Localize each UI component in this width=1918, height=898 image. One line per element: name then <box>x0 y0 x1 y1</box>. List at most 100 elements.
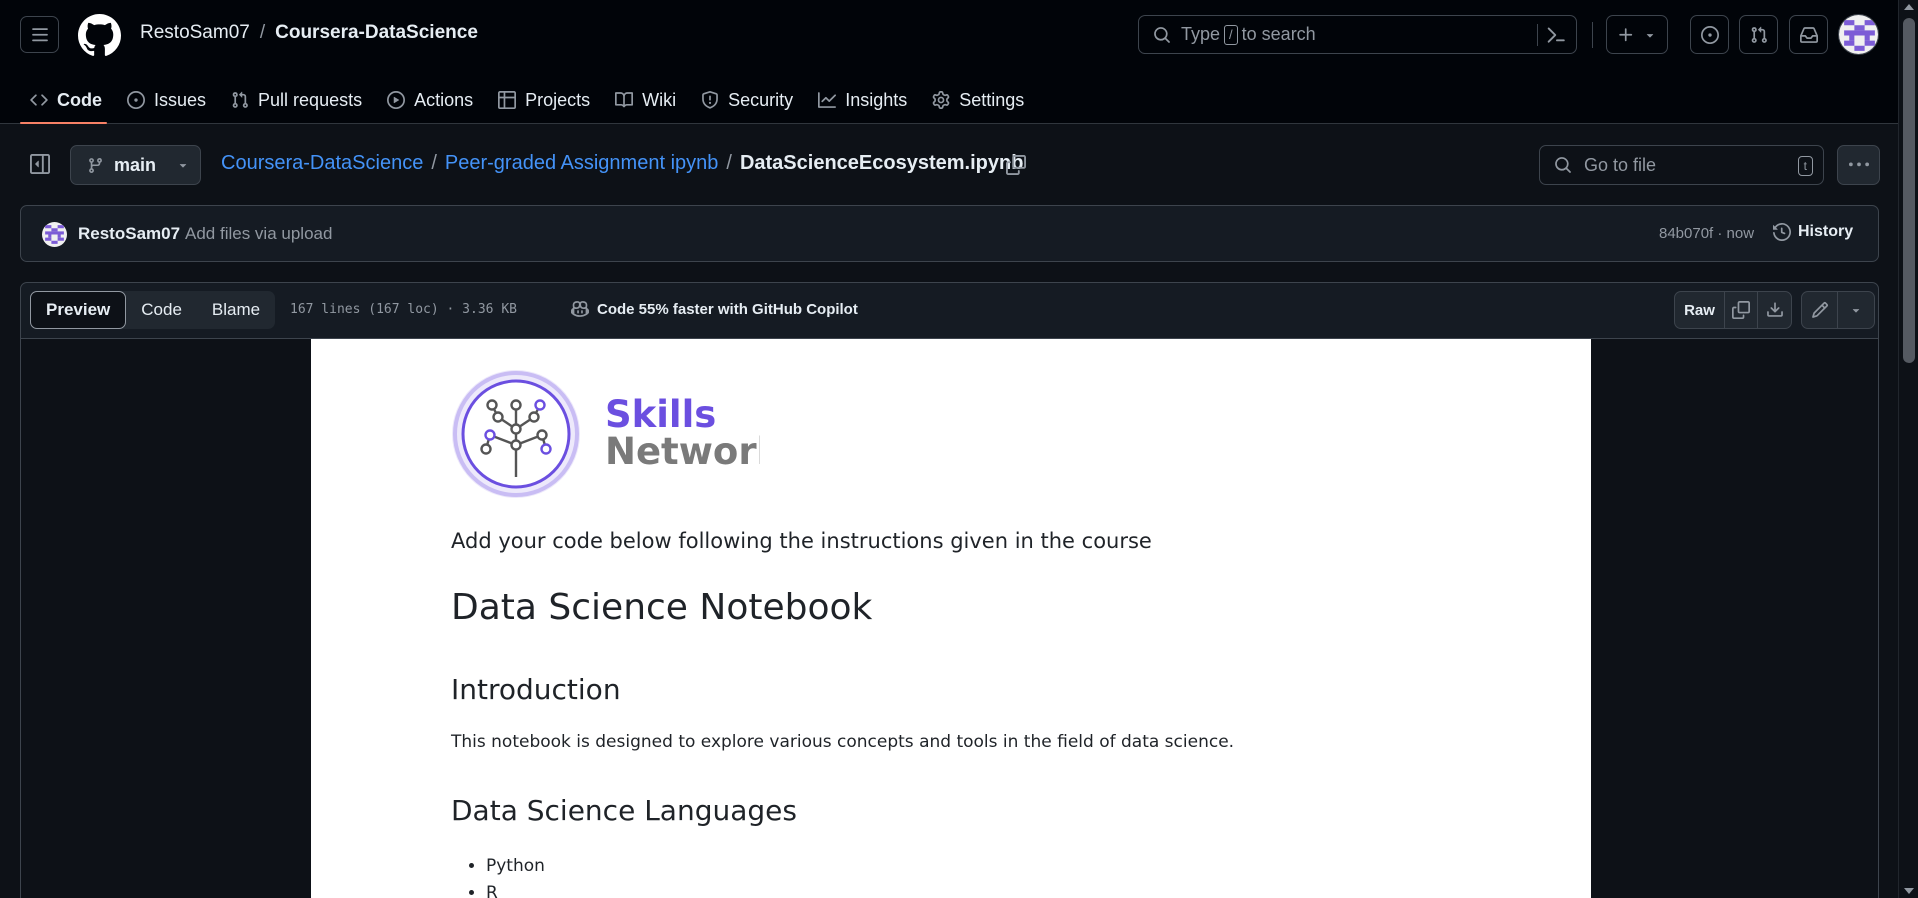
commit-author-link[interactable]: RestoSam07 <box>78 224 180 244</box>
search-placeholder-suffix: to search <box>1241 24 1316 44</box>
expand-file-tree-button[interactable] <box>30 154 50 174</box>
tab-security-label: Security <box>728 89 794 110</box>
introduction-heading: Introduction <box>451 673 621 706</box>
tab-code[interactable]: Code <box>20 82 117 124</box>
issue-opened-icon <box>1700 25 1719 44</box>
tab-actions-label: Actions <box>414 89 474 110</box>
tab-issues[interactable]: Issues <box>117 82 221 118</box>
menu-button[interactable] <box>20 16 59 53</box>
issues-button[interactable] <box>1690 15 1729 54</box>
file-name: DataScienceEcosystem.ipynb <box>739 152 1024 174</box>
commit-sha-time[interactable]: 84b070f · now <box>1659 225 1754 242</box>
copy-icon <box>1006 155 1026 175</box>
sidebar-expand-icon <box>30 154 50 174</box>
history-button[interactable]: History <box>1773 223 1853 241</box>
more-options-button[interactable] <box>1837 145 1880 185</box>
raw-actions-group: Raw <box>1674 291 1792 329</box>
tab-security[interactable]: Security <box>691 82 808 118</box>
kebab-horizontal-icon <box>1848 162 1869 167</box>
download-button[interactable] <box>1758 292 1791 328</box>
tab-preview[interactable]: Preview <box>30 291 127 329</box>
search-icon <box>1555 157 1571 173</box>
repo-breadcrumb: RestoSam07 / Coursera-DataScience <box>140 22 478 44</box>
branch-selector[interactable]: main <box>70 145 201 185</box>
commit-message-link[interactable]: Add files via upload <box>185 224 332 244</box>
copy-raw-button[interactable] <box>1725 292 1758 328</box>
copy-path-button[interactable] <box>1006 155 1026 175</box>
tab-projects-label: Projects <box>525 89 591 110</box>
go-to-file-shortcut: t <box>1797 156 1813 176</box>
search-placeholder-prefix: Type <box>1181 24 1221 44</box>
repo-link[interactable]: Coursera-DataScience <box>275 22 478 44</box>
tab-wiki[interactable]: Wiki <box>605 82 691 118</box>
history-icon <box>1773 223 1791 241</box>
shield-icon <box>702 91 719 109</box>
tab-blame[interactable]: Blame <box>197 291 275 329</box>
pull-requests-button[interactable] <box>1739 15 1778 54</box>
search-shortcut-key: / <box>1224 24 1238 45</box>
languages-heading: Data Science Languages <box>451 794 797 827</box>
commit-author-avatar[interactable] <box>42 222 67 247</box>
breadcrumb-separator: / <box>259 22 266 43</box>
file-toolbar: Preview Code Blame 167 lines (167 loc) ·… <box>21 283 1878 339</box>
git-pull-request-icon <box>232 91 248 108</box>
tab-projects[interactable]: Projects <box>488 82 605 118</box>
git-branch-icon <box>89 157 102 173</box>
notebook-viewer: Skills Network Add your code below follo… <box>21 339 1878 898</box>
tab-code-label: Code <box>57 89 102 110</box>
user-avatar[interactable] <box>1838 14 1879 55</box>
file-viewer: Preview Code Blame 167 lines (167 loc) ·… <box>20 282 1879 898</box>
history-label: History <box>1798 223 1854 240</box>
pencil-icon <box>1811 302 1828 318</box>
repo-navigation: Code Issues Pull requests Actions Projec… <box>20 82 1039 124</box>
scrollbar-thumb[interactable] <box>1903 18 1915 363</box>
issue-opened-icon <box>127 91 145 109</box>
edit-actions-group <box>1801 291 1875 329</box>
scroll-down-arrow-icon[interactable] <box>1904 888 1914 894</box>
edit-options-dropdown[interactable] <box>1838 292 1874 328</box>
notifications-button[interactable] <box>1789 15 1828 54</box>
identicon-icon <box>42 222 67 247</box>
logo-word-network: Network <box>605 430 760 473</box>
go-to-file-input[interactable]: Go to file t <box>1539 145 1824 185</box>
search-input[interactable]: Type / to search <box>1138 15 1577 54</box>
github-logo-icon[interactable] <box>78 14 121 57</box>
notebook-render: Skills Network Add your code below follo… <box>311 339 1591 898</box>
command-palette-icon[interactable] <box>1546 25 1566 45</box>
tab-settings[interactable]: Settings <box>922 82 1039 118</box>
caret-down-icon <box>179 164 187 168</box>
create-new-button[interactable] <box>1606 15 1668 54</box>
owner-link[interactable]: RestoSam07 <box>140 22 250 44</box>
path-folder-link[interactable]: Peer-graded Assignment ipynb <box>445 152 719 175</box>
search-icon <box>1154 26 1170 43</box>
identicon-icon <box>1839 15 1878 54</box>
gear-icon <box>932 91 950 109</box>
tab-code-view[interactable]: Code <box>126 291 197 329</box>
tab-actions[interactable]: Actions <box>377 82 488 118</box>
edit-file-button[interactable] <box>1802 292 1838 328</box>
file-info: 167 lines (167 loc) · 3.36 KB <box>290 302 517 317</box>
tab-pull-requests[interactable]: Pull requests <box>221 82 377 118</box>
graph-icon <box>818 92 837 108</box>
path-separator: / <box>431 152 437 174</box>
top-header: RestoSam07 / Coursera-DataScience Type /… <box>0 0 1918 124</box>
table-icon <box>498 91 517 109</box>
raw-button[interactable]: Raw <box>1675 292 1725 328</box>
page-scrollbar[interactable] <box>1898 0 1918 898</box>
inbox-icon <box>1799 26 1818 43</box>
scroll-up-arrow-icon[interactable] <box>1904 4 1914 10</box>
tab-insights[interactable]: Insights <box>808 82 922 118</box>
list-item: R <box>486 880 545 898</box>
tab-pull-requests-label: Pull requests <box>258 89 363 110</box>
path-root-link[interactable]: Coursera-DataScience <box>221 152 423 175</box>
git-pull-request-icon <box>1751 26 1767 43</box>
code-icon <box>30 94 48 106</box>
path-separator: / <box>726 152 732 174</box>
copy-icon <box>1732 301 1750 319</box>
header-divider <box>1592 22 1593 48</box>
skills-network-logo: Skills Network <box>450 367 760 501</box>
copilot-promo-label: Code 55% faster with GitHub Copilot <box>597 300 858 318</box>
search-divider <box>1537 24 1538 46</box>
plus-icon <box>1619 27 1633 41</box>
copilot-promo-link[interactable]: Code 55% faster with GitHub Copilot <box>571 300 858 318</box>
